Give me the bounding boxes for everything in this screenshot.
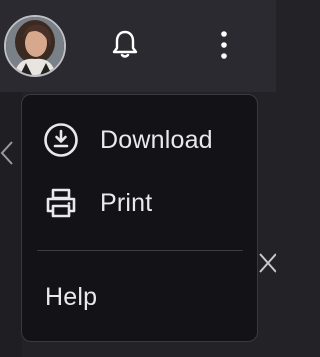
chevron-left-icon [0, 141, 13, 165]
bell-icon[interactable] [108, 27, 142, 61]
menu-item-print[interactable]: Print [22, 181, 257, 225]
menu-item-help[interactable]: Help [22, 275, 257, 319]
menu-item-download[interactable]: Download [22, 118, 257, 162]
close-icon [259, 253, 276, 273]
menu-item-label: Help [45, 282, 98, 311]
dropdown-menu: Download Print Help [21, 94, 258, 342]
more-vertical-icon[interactable] [210, 27, 238, 63]
printer-icon [41, 183, 81, 223]
avatar-image [6, 17, 64, 75]
avatar[interactable] [4, 15, 66, 77]
menu-item-label: Print [100, 188, 153, 217]
top-bar [0, 0, 276, 92]
download-icon [41, 120, 81, 160]
menu-divider [37, 250, 243, 251]
menu-item-label: Download [100, 125, 213, 154]
background-panel [0, 92, 22, 357]
